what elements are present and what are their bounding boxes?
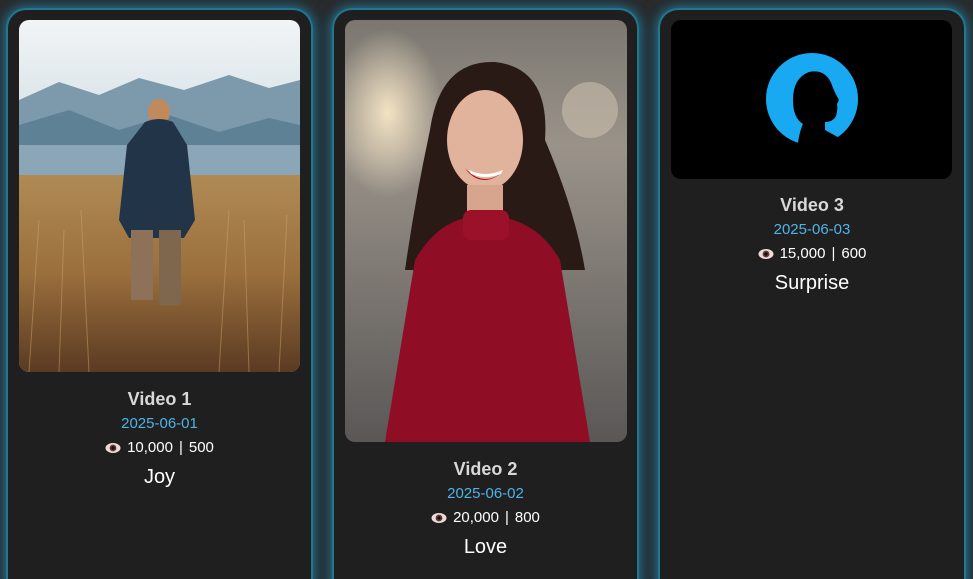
video-card-1[interactable]: Video 1 2025-06-01 10,000 | 500 Joy bbox=[8, 10, 311, 579]
video-stats: 10,000 | 500 bbox=[8, 439, 311, 457]
view-count: 20,000 bbox=[453, 509, 499, 526]
video-thumbnail-3[interactable] bbox=[671, 20, 952, 179]
like-count: 600 bbox=[841, 245, 867, 262]
video-thumbnail-2[interactable] bbox=[345, 20, 627, 442]
emotion-label: Love bbox=[463, 536, 508, 558]
video-info-3: Video 3 2025-06-03 15,000 | 600 Surprise bbox=[660, 194, 964, 295]
video-info-1: Video 1 2025-06-01 10,000 | 500 Joy bbox=[8, 388, 311, 489]
stats-separator: | bbox=[178, 439, 183, 456]
eye-icon bbox=[758, 249, 774, 259]
view-count: 10,000 bbox=[127, 439, 173, 456]
eye-icon bbox=[105, 443, 121, 453]
video-stats: 15,000 | 600 bbox=[660, 245, 964, 263]
stats-separator: | bbox=[831, 245, 836, 262]
emotion-label: Joy bbox=[143, 466, 176, 488]
stats-separator: | bbox=[504, 509, 509, 526]
video-thumbnail-1[interactable] bbox=[19, 20, 300, 372]
video-date: 2025-06-01 bbox=[121, 415, 198, 432]
video-card-2[interactable]: Video 2 2025-06-02 20,000 | 800 Love bbox=[334, 10, 637, 579]
video-info-2: Video 2 2025-06-02 20,000 | 800 Love bbox=[334, 458, 637, 559]
eye-icon bbox=[431, 513, 447, 523]
view-count: 15,000 bbox=[779, 245, 826, 262]
video-title[interactable]: Video 2 bbox=[334, 458, 637, 480]
video-date: 2025-06-03 bbox=[773, 221, 851, 238]
video-card-3[interactable]: Video 3 2025-06-03 15,000 | 600 Surprise bbox=[660, 10, 964, 579]
video-date: 2025-06-02 bbox=[447, 485, 524, 502]
video-title[interactable]: Video 1 bbox=[8, 388, 311, 410]
video-title[interactable]: Video 3 bbox=[660, 194, 964, 216]
like-count: 500 bbox=[188, 439, 214, 456]
video-grid: Video 1 2025-06-01 10,000 | 500 Joy Vide… bbox=[0, 0, 973, 579]
emotion-label: Surprise bbox=[774, 272, 850, 294]
video-stats: 20,000 | 800 bbox=[334, 509, 637, 527]
like-count: 800 bbox=[514, 509, 540, 526]
